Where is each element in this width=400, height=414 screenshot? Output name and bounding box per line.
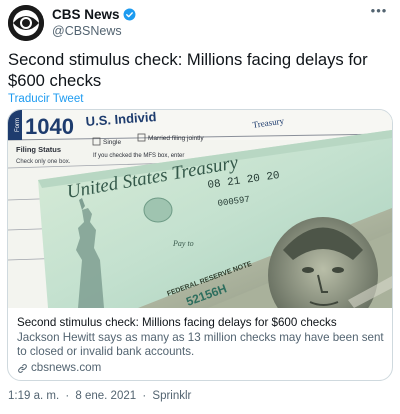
tweet-time[interactable]: 1:19 a. m. (8, 390, 59, 402)
card-domain-text: cbsnews.com (31, 361, 102, 374)
tweet-date[interactable]: 8 ene. 2021 (75, 390, 136, 402)
single-label: Single (103, 139, 121, 146)
tweet-text: Second stimulus check: Millions facing d… (8, 50, 368, 90)
more-options-icon[interactable]: ••• (368, 4, 390, 21)
translate-tweet-link[interactable]: Traducir Tweet (8, 93, 83, 105)
stimulus-check-photo: Form 1040 U.S. Individ Filing Status Che… (8, 110, 392, 308)
tweet-source: Sprinklr (152, 390, 192, 402)
tweet-meta: 1:19 a. m. · 8 ene. 2021 · Sprinklr (8, 390, 191, 402)
card-body: Second stimulus check: Millions facing d… (17, 316, 385, 375)
filing-status-label: Filing Status (16, 145, 61, 154)
form-number: 1040 (25, 114, 74, 139)
card-description: Jackson Hewitt says as many as 13 millio… (17, 331, 384, 358)
card-title: Second stimulus check: Millions facing d… (17, 316, 337, 329)
author-display-name[interactable]: CBS News (52, 7, 120, 22)
form-side-label: Form (15, 118, 21, 132)
cbs-eye-logo-icon[interactable] (8, 5, 44, 41)
mfs-label: If you checked the MFS box, enter (93, 153, 184, 159)
link-preview-card[interactable]: Form 1040 U.S. Individ Filing Status Che… (7, 109, 393, 381)
meta-separator: · (142, 390, 147, 402)
author-names: CBS News @CBSNews (52, 6, 136, 38)
check-only-label: Check only one box. (16, 159, 71, 165)
link-icon (18, 363, 27, 373)
pay-to-label: Pay to (172, 239, 194, 248)
tweet-header: CBS News @CBSNews ••• (8, 4, 392, 41)
author-handle[interactable]: @CBSNews (52, 24, 136, 38)
card-domain: cbsnews.com (17, 361, 385, 375)
meta-separator: · (65, 390, 70, 402)
married-label: Married filing jointly (148, 135, 204, 142)
verified-badge-icon (123, 8, 135, 20)
